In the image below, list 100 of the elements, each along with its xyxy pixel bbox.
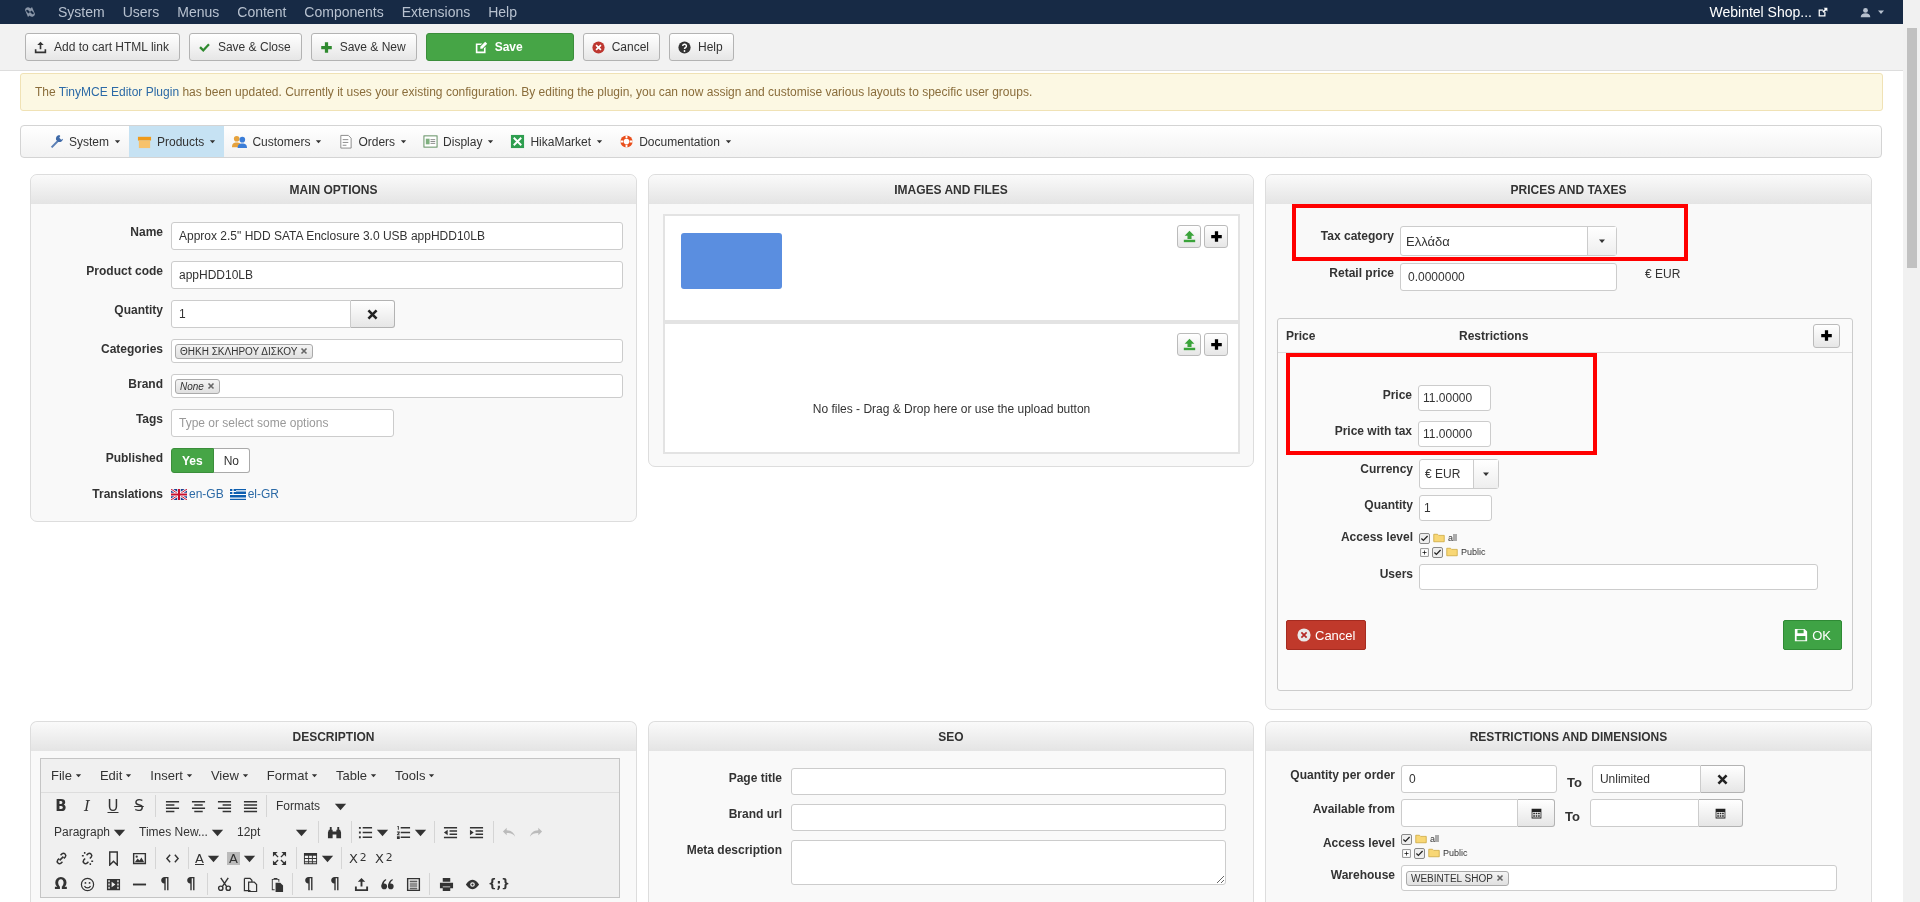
- edit-icon: [474, 40, 488, 54]
- user-icon[interactable]: [1860, 6, 1871, 18]
- tag-chip[interactable]: WEBINTEL SHOP: [1406, 870, 1509, 886]
- translation-link[interactable]: en-GB: [171, 487, 224, 501]
- editor-menu[interactable]: View: [210, 768, 249, 783]
- menu-tab[interactable]: System: [41, 126, 129, 157]
- top-menu-item[interactable]: Menus: [177, 4, 220, 20]
- input-field[interactable]: [1589, 799, 1699, 827]
- paragraph-mark-button[interactable]: ¶: [178, 873, 204, 895]
- calendar-button[interactable]: [1518, 799, 1555, 827]
- editor-menu[interactable]: Edit: [99, 768, 133, 783]
- cancel-button[interactable]: Cancel: [582, 33, 661, 61]
- cancel-icon: [1297, 628, 1311, 642]
- checkbox[interactable]: [1414, 847, 1425, 859]
- top-menu-item[interactable]: Users: [122, 4, 160, 20]
- caret-icon: [114, 138, 121, 145]
- italic-button[interactable]: I: [74, 795, 100, 817]
- top-menu-item[interactable]: Extensions: [401, 4, 471, 20]
- select-value: € EUR: [1424, 467, 1462, 481]
- numbered-list-icon: [395, 824, 411, 840]
- underline-button[interactable]: U: [100, 795, 126, 817]
- tools-icon: [49, 134, 64, 149]
- add-button[interactable]: [1204, 333, 1228, 356]
- input-field[interactable]: 1: [1419, 495, 1492, 521]
- field-label: Price: [1381, 387, 1412, 402]
- menu-tab[interactable]: Display: [415, 126, 503, 157]
- top-menu-item[interactable]: Components: [304, 4, 384, 20]
- bold-button[interactable]: B: [48, 795, 74, 817]
- tag-field[interactable]: ΘΗΚΗ ΣΚΛΗΡΟΥ ΔΙΣΚΟΥ: [171, 339, 623, 363]
- translation-link[interactable]: el-GR: [229, 487, 280, 501]
- paragraph-mark-button[interactable]: ¶: [296, 873, 322, 895]
- input-field[interactable]: 1: [171, 300, 351, 328]
- editor-menu[interactable]: File: [51, 768, 82, 783]
- caret-icon: [1482, 470, 1490, 478]
- input-field[interactable]: Approx 2.5" HDD SATA Enclosure 3.0 USB appHDD10LB: [171, 222, 623, 250]
- format-dropdown[interactable]: Formats: [270, 795, 354, 817]
- select-field[interactable]: Ελλάδα: [1400, 226, 1617, 256]
- menu-tab[interactable]: Orders: [330, 126, 416, 157]
- expand-icon[interactable]: [1419, 546, 1430, 558]
- input-field[interactable]: 0: [1401, 765, 1557, 793]
- add-button[interactable]: [1204, 225, 1228, 248]
- tag-chip[interactable]: None: [175, 378, 220, 394]
- input-field[interactable]: [791, 804, 1226, 831]
- help-button[interactable]: Help: [669, 33, 734, 61]
- save-close-button[interactable]: Save & Close: [188, 33, 302, 61]
- remove-icon[interactable]: [1495, 874, 1504, 882]
- expand-icon[interactable]: [1401, 847, 1412, 859]
- top-menu-item[interactable]: Content: [237, 4, 287, 20]
- tag-field[interactable]: WEBINTEL SHOP: [1401, 865, 1837, 891]
- menu-tab[interactable]: Customers: [224, 126, 331, 157]
- editor-menu[interactable]: Insert: [150, 768, 193, 783]
- plugin-link[interactable]: TinyMCE Editor Plugin: [58, 85, 180, 99]
- remove-icon[interactable]: [206, 382, 215, 390]
- input-field[interactable]: [1419, 564, 1818, 590]
- input-field[interactable]: 11.00000: [1418, 385, 1491, 411]
- paragraph-mark-button[interactable]: ¶: [322, 873, 348, 895]
- input-field[interactable]: [791, 768, 1226, 795]
- input-field[interactable]: 0.0000000: [1400, 263, 1617, 291]
- top-menu-item[interactable]: System: [58, 4, 105, 20]
- format-dropdown[interactable]: 12pt: [230, 821, 315, 843]
- save-new-button[interactable]: Save & New: [310, 33, 417, 61]
- paragraph-mark-button[interactable]: ¶: [152, 873, 178, 895]
- remove-icon[interactable]: [300, 347, 309, 355]
- menu-tab[interactable]: HikaMarket: [502, 126, 612, 157]
- format-dropdown[interactable]: Times New...: [133, 821, 231, 843]
- add-button[interactable]: [1813, 323, 1840, 348]
- editor-menu[interactable]: Table: [336, 768, 378, 783]
- strikethrough-button[interactable]: S: [126, 795, 152, 817]
- checkbox[interactable]: [1401, 833, 1412, 845]
- input-field[interactable]: [1401, 799, 1518, 827]
- special-character-button[interactable]: Ω: [48, 873, 74, 895]
- format-dropdown[interactable]: Paragraph: [48, 821, 134, 843]
- input-field[interactable]: appHDD10LB: [171, 261, 623, 289]
- checkbox[interactable]: [1432, 546, 1443, 558]
- input-field[interactable]: Type or select some options: [171, 409, 394, 437]
- calendar-button[interactable]: [1698, 799, 1743, 827]
- tag-field[interactable]: None: [171, 374, 623, 398]
- editor-menu[interactable]: Format: [266, 768, 318, 783]
- code-sample-button[interactable]: {;}: [485, 873, 513, 895]
- clear-button[interactable]: [1700, 765, 1745, 793]
- top-menu-item[interactable]: Help: [488, 4, 517, 20]
- scrollbar[interactable]: [1903, 0, 1920, 902]
- cancel-button[interactable]: Cancel: [1286, 620, 1367, 650]
- site-link[interactable]: Webintel Shop...: [1709, 4, 1812, 20]
- input-field[interactable]: 11.00000: [1418, 421, 1491, 447]
- clear-button[interactable]: [351, 300, 395, 328]
- menu-tab[interactable]: Products: [129, 126, 225, 157]
- bullet-list-icon: [357, 824, 373, 840]
- checkbox[interactable]: [1419, 532, 1430, 544]
- menu-tab[interactable]: Documentation: [611, 126, 740, 157]
- caret-icon[interactable]: [1877, 8, 1885, 16]
- toggle-option[interactable]: No: [213, 448, 251, 473]
- logo-icon[interactable]: [22, 4, 38, 20]
- background-color-button[interactable]: A: [223, 847, 260, 869]
- select-field[interactable]: € EUR: [1419, 459, 1499, 489]
- text-color-button[interactable]: A: [192, 847, 224, 869]
- input-field[interactable]: Unlimited: [1591, 765, 1701, 793]
- editor-menu[interactable]: Tools: [395, 768, 436, 783]
- add-to-cart-link-button[interactable]: Add to cart HTML link: [25, 33, 180, 61]
- tag-chip[interactable]: ΘΗΚΗ ΣΚΛΗΡΟΥ ΔΙΣΚΟΥ: [175, 343, 314, 359]
